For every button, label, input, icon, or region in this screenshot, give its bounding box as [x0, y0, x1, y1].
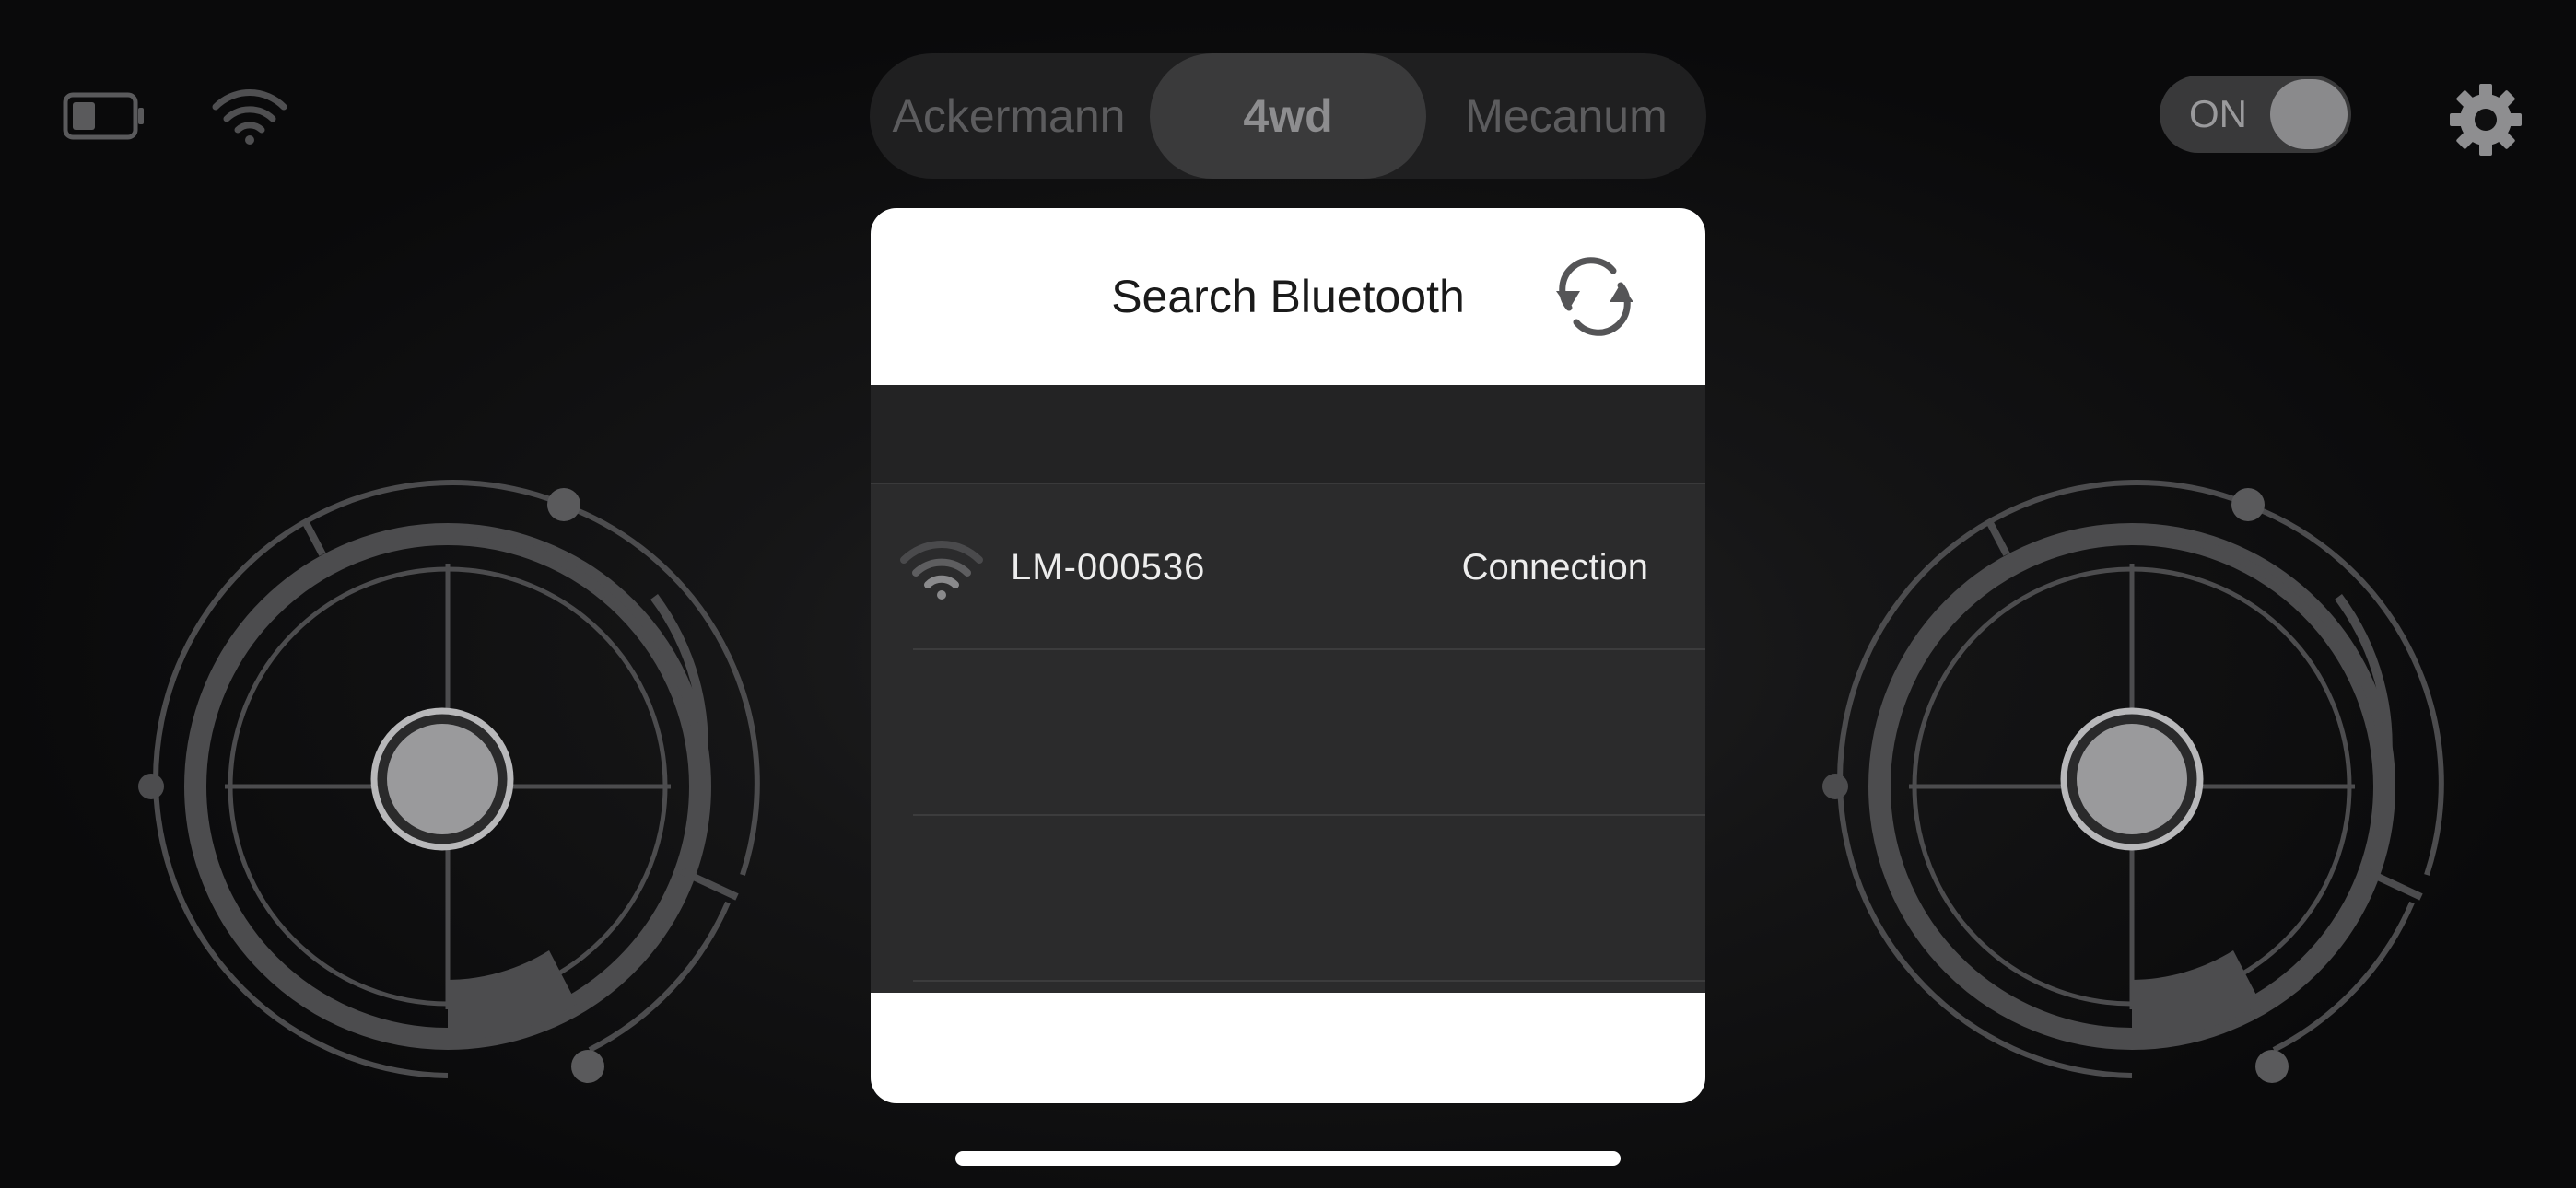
device-name: LM-000536	[1011, 546, 1206, 588]
drive-mode-selector: Ackermann 4wd Mecanum	[870, 53, 1706, 179]
device-row[interactable]: LM-000536 Connection	[871, 484, 1705, 650]
left-joystick[interactable]	[138, 477, 765, 1108]
power-toggle-label: ON	[2189, 92, 2247, 135]
row-divider	[913, 980, 1705, 982]
gear-icon[interactable]	[2447, 81, 2524, 163]
tab-ackermann[interactable]: Ackermann	[870, 53, 1148, 179]
device-list-header	[871, 385, 1705, 484]
refresh-icon[interactable]	[1549, 250, 1641, 347]
battery-icon	[63, 92, 146, 145]
empty-row	[871, 650, 1705, 816]
tab-4wd[interactable]: 4wd	[1150, 53, 1426, 179]
wifi-signal-icon	[898, 536, 985, 605]
bluetooth-search-modal: Search Bluetooth LM-000536 Connection	[871, 208, 1705, 1103]
empty-row	[871, 816, 1705, 982]
tab-mecanum[interactable]: Mecanum	[1426, 53, 1706, 179]
toggle-knob	[2270, 79, 2348, 149]
wifi-icon	[210, 85, 289, 150]
modal-footer	[871, 993, 1705, 1103]
power-toggle[interactable]: ON	[2160, 76, 2351, 153]
connection-button[interactable]: Connection	[1462, 484, 1648, 650]
remote-control-screen: Ackermann 4wd Mecanum ON Search Bluetoot…	[0, 0, 2576, 1188]
home-indicator[interactable]	[955, 1151, 1621, 1166]
right-joystick[interactable]	[1822, 477, 2449, 1108]
modal-header: Search Bluetooth	[871, 208, 1705, 385]
